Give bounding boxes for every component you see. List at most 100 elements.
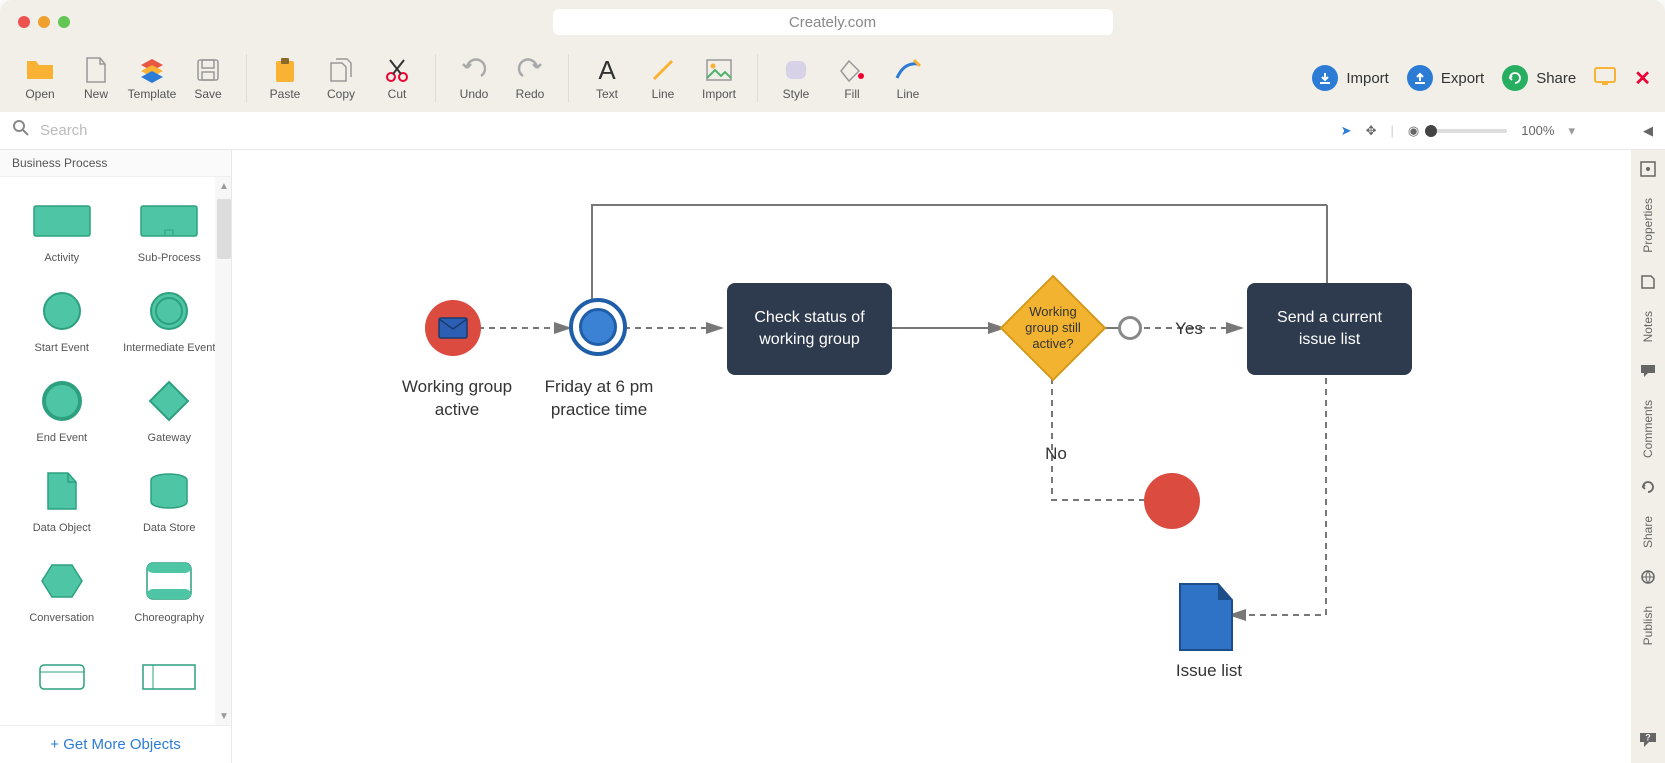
tab-share[interactable]: Share xyxy=(1637,502,1659,562)
scroll-up-icon[interactable]: ▲ xyxy=(217,179,231,193)
shape-activity[interactable]: Activity xyxy=(8,185,116,275)
maximize-window-icon[interactable] xyxy=(58,16,70,28)
separator xyxy=(568,54,569,102)
copy-button[interactable]: Copy xyxy=(315,49,367,107)
text-label: Text xyxy=(596,87,618,101)
paste-button[interactable]: Paste xyxy=(259,49,311,107)
window-controls xyxy=(0,16,70,28)
svg-text:?: ? xyxy=(1645,733,1651,743)
new-button[interactable]: New xyxy=(70,49,122,107)
share-button[interactable]: Share xyxy=(1502,65,1576,91)
text-button[interactable]: A Text xyxy=(581,49,633,107)
save-button[interactable]: Save xyxy=(182,49,234,107)
gateway-label: Working group still active? xyxy=(998,273,1108,383)
shape-data-object[interactable]: Data Object xyxy=(8,455,116,545)
import-button[interactable]: Import xyxy=(1312,65,1389,91)
zoom-value: 100% xyxy=(1521,123,1554,138)
tab-publish[interactable]: Publish xyxy=(1637,592,1659,659)
style-button[interactable]: Style xyxy=(770,49,822,107)
close-window-icon[interactable] xyxy=(18,16,30,28)
shape-gateway[interactable]: Gateway xyxy=(116,365,224,455)
right-panel: Properties Notes Comments Share Publish … xyxy=(1631,150,1665,763)
close-icon[interactable]: ✕ xyxy=(1634,66,1651,91)
cut-button[interactable]: Cut xyxy=(371,49,423,107)
template-button[interactable]: Template xyxy=(126,49,178,107)
export-label: Export xyxy=(1441,70,1484,87)
line-style-button[interactable]: Line xyxy=(882,49,934,107)
main-toolbar: Open New Template Save Paste Copy Cut Un… xyxy=(0,44,1665,112)
node-check-status[interactable]: Check status of working group xyxy=(727,283,892,375)
main-area: Business Process ▲ ▼ Activity Sub-Proces… xyxy=(0,150,1665,763)
scrollbar-track xyxy=(215,177,231,725)
style-label: Style xyxy=(783,87,810,101)
export-button[interactable]: Export xyxy=(1407,65,1484,91)
tab-properties[interactable]: Properties xyxy=(1637,184,1659,267)
shape-subprocess[interactable]: Sub-Process xyxy=(116,185,224,275)
node-timer-label: Friday at 6 pm practice time xyxy=(534,376,664,422)
search-bar: ➤ ✥ | ◉ 100% ▾ ◀ xyxy=(0,112,1665,150)
minimize-window-icon[interactable] xyxy=(38,16,50,28)
zoom-dropdown-icon[interactable]: ▾ xyxy=(1568,123,1575,139)
open-button[interactable]: Open xyxy=(14,49,66,107)
shape-label: Gateway xyxy=(148,432,191,444)
collapse-panel-icon[interactable]: ◀ xyxy=(1643,123,1653,139)
node-data-label: Issue list xyxy=(1164,660,1254,683)
get-more-objects-button[interactable]: + Get More Objects xyxy=(0,725,231,763)
edge-yes-label: Yes xyxy=(1164,318,1214,341)
pointer-icon[interactable]: ➤ xyxy=(1341,123,1352,139)
shape-conversation[interactable]: Conversation xyxy=(8,545,116,635)
toolbar-right: Import Export Share ✕ xyxy=(1312,65,1651,91)
shapes-list: ▲ ▼ Activity Sub-Process Start Event xyxy=(0,177,231,725)
node-start-label: Working group active xyxy=(392,376,522,422)
node-intermediate-circle[interactable] xyxy=(1118,316,1142,340)
node-send-list[interactable]: Send a current issue list xyxy=(1247,283,1412,375)
line-style-label: Line xyxy=(897,87,920,101)
diagram-canvas[interactable]: Working group active Friday at 6 pm prac… xyxy=(232,150,1631,763)
publish-icon[interactable] xyxy=(1640,562,1656,592)
shape-start-event[interactable]: Start Event xyxy=(8,275,116,365)
node-timer-event[interactable] xyxy=(569,298,627,356)
notes-icon[interactable] xyxy=(1640,267,1656,297)
comments-icon[interactable] xyxy=(1640,356,1656,386)
shape-label: Choreography xyxy=(134,612,204,624)
tab-comments[interactable]: Comments xyxy=(1637,386,1659,472)
redo-button[interactable]: Redo xyxy=(504,49,556,107)
shape-label: Data Object xyxy=(33,522,91,534)
present-icon[interactable] xyxy=(1594,67,1616,90)
node-gateway[interactable]: Working group still active? xyxy=(998,273,1108,383)
shape-extra-2[interactable] xyxy=(116,635,224,725)
undo-button[interactable]: Undo xyxy=(448,49,500,107)
properties-icon[interactable] xyxy=(1640,154,1656,184)
shape-choreography[interactable]: Choreography xyxy=(116,545,224,635)
cut-label: Cut xyxy=(388,87,407,101)
node-data-object[interactable] xyxy=(1178,582,1234,657)
node-start-event[interactable] xyxy=(425,300,481,356)
open-label: Open xyxy=(25,87,54,101)
help-icon[interactable]: ? xyxy=(1639,725,1657,755)
scrollbar-thumb[interactable] xyxy=(217,199,231,259)
search-icon xyxy=(12,119,30,142)
import-label: Import xyxy=(1346,70,1389,87)
node-end-event[interactable] xyxy=(1144,473,1200,529)
fill-button[interactable]: Fill xyxy=(826,49,878,107)
import-image-button[interactable]: Import xyxy=(693,49,745,107)
share-icon[interactable] xyxy=(1640,472,1656,502)
undo-label: Undo xyxy=(460,87,489,101)
shape-label: Start Event xyxy=(35,342,89,354)
shape-extra-1[interactable] xyxy=(8,635,116,725)
search-input[interactable] xyxy=(40,122,244,139)
zoom-slider[interactable] xyxy=(1427,129,1507,133)
pan-icon[interactable]: ✥ xyxy=(1366,123,1377,139)
scroll-down-icon[interactable]: ▼ xyxy=(217,709,231,723)
new-label: New xyxy=(84,87,108,101)
shape-end-event[interactable]: End Event xyxy=(8,365,116,455)
zoom-out-icon[interactable]: ◉ xyxy=(1408,123,1419,139)
shape-intermediate-event[interactable]: Intermediate Event xyxy=(116,275,224,365)
shape-label: Conversation xyxy=(29,612,94,624)
tab-notes[interactable]: Notes xyxy=(1637,297,1659,356)
shape-data-store[interactable]: Data Store xyxy=(116,455,224,545)
shapes-sidebar: Business Process ▲ ▼ Activity Sub-Proces… xyxy=(0,150,232,763)
line-tool-button[interactable]: Line xyxy=(637,49,689,107)
shape-category[interactable]: Business Process xyxy=(0,150,231,177)
url-bar: Creately.com xyxy=(553,9,1113,35)
